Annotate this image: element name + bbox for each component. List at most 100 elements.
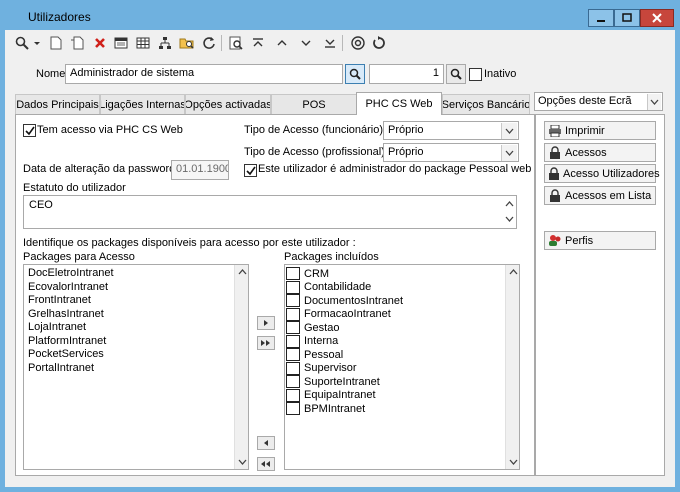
list-item[interactable]: DocEletroIntranet [28,267,114,279]
list-item[interactable]: Contabilidade [286,280,371,294]
name-input[interactable]: Administrador de sistema [65,64,343,84]
list-item[interactable]: GrelhasIntranet [28,308,104,320]
refresh-icon[interactable] [200,34,218,52]
scroll-up-icon[interactable] [505,198,514,210]
new-document-icon[interactable] [47,34,65,52]
package-checkbox[interactable] [286,348,300,361]
folder-search-icon[interactable] [178,34,196,52]
tab-servicos-bancario[interactable]: Serviços Bancário [442,94,530,114]
available-scrollbar[interactable] [234,265,248,469]
options-select[interactable]: Opções deste Ecrã [534,92,663,111]
list-item[interactable]: CRM [286,267,329,280]
package-checkbox[interactable] [286,375,300,388]
inactive-checkbox[interactable] [469,68,482,81]
list-item[interactable]: EquipaIntranet [286,388,376,402]
included-scrollbar[interactable] [505,265,519,469]
web-access-checkbox[interactable] [23,124,36,137]
included-packages-list[interactable]: CRM Contabilidade DocumentosIntranet For… [284,264,520,470]
tipo-func-label: Tipo de Acesso (funcionário) [244,124,383,136]
tab-dados-principais[interactable]: Dados Principais [15,94,100,114]
name-search-button[interactable] [345,64,365,84]
package-checkbox[interactable] [286,294,300,307]
search-icon[interactable] [13,34,31,52]
list-item[interactable]: PlatformIntranet [28,335,106,347]
list-item[interactable]: Interna [286,334,338,348]
scroll-down-icon[interactable] [235,455,248,469]
perfis-button[interactable]: Perfis [544,231,656,250]
remove-one-button[interactable] [257,436,275,450]
previous-icon[interactable] [273,34,291,52]
package-checkbox[interactable] [286,361,300,375]
list-item[interactable]: PortalIntranet [28,362,94,374]
package-checkbox[interactable] [286,321,300,334]
delete-icon[interactable] [91,34,109,52]
dropdown-arrow-icon[interactable] [32,34,42,52]
list-item[interactable]: LojaIntranet [28,321,86,333]
tab-phc-cs-web[interactable]: PHC CS Web [356,92,442,115]
close-button[interactable] [640,9,674,27]
next-icon[interactable] [297,34,315,52]
scroll-up-icon[interactable] [506,265,519,279]
print-button[interactable]: Imprimir [544,121,656,140]
scroll-down-icon[interactable] [506,455,519,469]
list-item[interactable]: Pessoal [286,348,343,361]
list-item[interactable]: SuporteIntranet [286,375,380,388]
package-checkbox[interactable] [286,334,300,348]
tipo-func-select[interactable]: Próprio [383,121,519,140]
tree-icon[interactable] [156,34,174,52]
web-icon[interactable] [349,34,367,52]
window-icon[interactable] [112,34,130,52]
last-icon[interactable] [321,34,339,52]
preview-icon[interactable] [227,34,245,52]
checkmark-icon [24,126,35,135]
list-item[interactable]: Supervisor [286,361,357,375]
package-checkbox[interactable] [286,280,300,294]
list-item[interactable]: EcovalorIntranet [28,281,108,293]
tipo-prof-select[interactable]: Próprio [383,143,519,162]
reload-icon[interactable] [370,34,388,52]
scroll-up-icon[interactable] [235,265,248,279]
list-item[interactable]: BPMIntranet [286,402,365,415]
lock-icon [548,167,560,181]
tab-pos[interactable]: POS [271,94,357,114]
package-checkbox[interactable] [286,267,300,280]
admin-checkbox[interactable] [244,164,257,177]
scroll-down-icon[interactable] [505,213,514,225]
double-arrow-left-icon [261,461,270,467]
list-item[interactable]: FormacaoIntranet [286,307,391,321]
grid-icon[interactable] [134,34,152,52]
maximize-button[interactable] [614,9,640,27]
estatuto-textarea[interactable]: CEO [23,195,517,229]
list-item[interactable]: PocketServices [28,348,104,360]
list-item[interactable]: DocumentosIntranet [286,294,403,307]
package-checkbox[interactable] [286,388,300,402]
minimize-icon [597,20,605,22]
tab-opcoes-activadas[interactable]: Opções activadas [185,94,271,114]
package-checkbox[interactable] [286,402,300,415]
add-one-button[interactable] [257,316,275,330]
available-packages-list[interactable]: DocEletroIntranet EcovalorIntranet Front… [23,264,249,470]
close-icon [652,13,662,23]
tab-panel-phc-cs-web: Tem acesso via PHC CS Web Tipo de Acesso… [15,114,535,476]
remove-all-button[interactable] [257,457,275,471]
tab-ligacoes-internas[interactable]: Ligações Internas [100,94,185,114]
minimize-button[interactable] [588,9,614,27]
package-checkbox[interactable] [286,307,300,321]
chevron-down-icon [647,94,661,110]
list-item[interactable]: FrontIntranet [28,294,91,306]
double-arrow-right-icon [261,340,270,346]
estatuto-label: Estatuto do utilizador [23,182,126,194]
acessos-button[interactable]: Acessos [544,143,656,162]
add-all-button[interactable] [257,336,275,350]
acesso-utilizadores-button[interactable]: Acesso Utilizadores [544,164,660,183]
options-panel: Imprimir Acessos Acesso Utilizadores Ace… [535,114,665,476]
copy-document-icon[interactable] [68,34,86,52]
list-item[interactable]: Gestao [286,321,339,334]
tipo-func-value: Próprio [388,124,424,136]
options-title: Opções deste Ecrã [538,95,632,107]
first-icon[interactable] [249,34,267,52]
number-input[interactable]: 1 [369,64,444,84]
acessos-em-lista-button[interactable]: Acessos em Lista [544,186,656,205]
included-label: Packages incluídos [284,251,379,263]
number-search-button[interactable] [446,64,466,84]
